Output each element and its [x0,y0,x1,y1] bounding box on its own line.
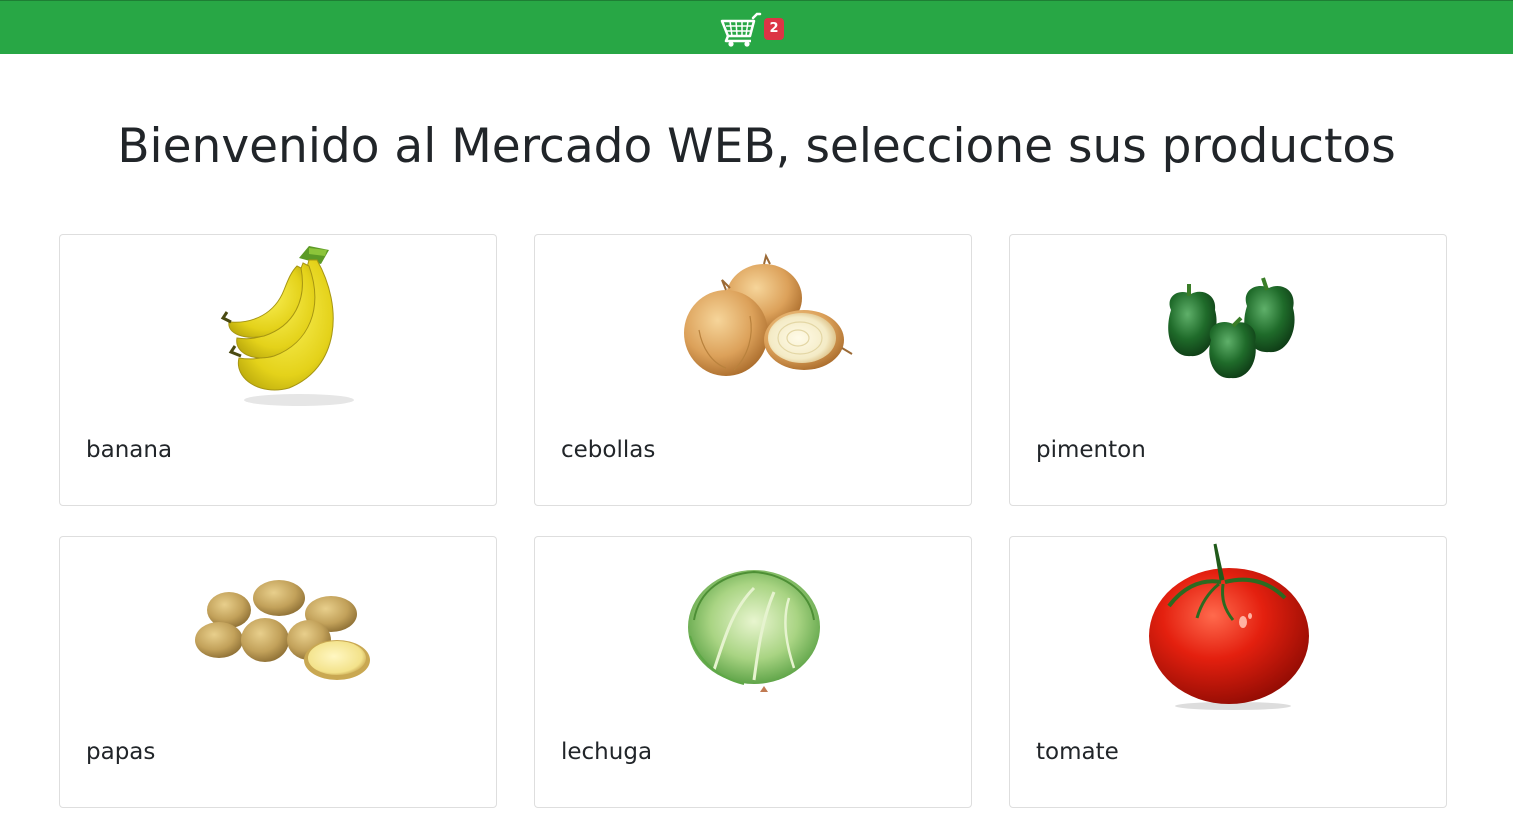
product-card-pimenton[interactable]: pimenton [1009,234,1447,506]
product-name: banana [86,437,173,463]
product-card-lechuga[interactable]: lechuga [534,536,972,808]
product-card-papas[interactable]: papas [59,536,497,808]
lettuce-image [688,570,820,692]
product-card-cebollas[interactable]: cebollas [534,234,972,506]
tomato-image [1149,543,1309,710]
product-name: cebollas [561,437,656,463]
green-pepper-image [1168,277,1295,379]
product-name: pimenton [1036,437,1146,463]
product-name: tomate [1036,739,1119,765]
cart-button[interactable]: 2 [720,12,790,48]
top-navbar: 2 [0,0,1513,54]
shopping-cart-icon [720,12,762,47]
onion-image [684,253,853,376]
product-card-banana[interactable]: banana [59,234,497,506]
potato-image [195,580,370,680]
cart-count-badge: 2 [764,18,784,40]
product-name: lechuga [561,739,653,765]
page-title: Bienvenido al Mercado WEB, seleccione su… [117,119,1396,174]
banana-image [220,246,354,406]
product-card-tomate[interactable]: tomate [1009,536,1447,808]
product-name: papas [86,739,156,765]
